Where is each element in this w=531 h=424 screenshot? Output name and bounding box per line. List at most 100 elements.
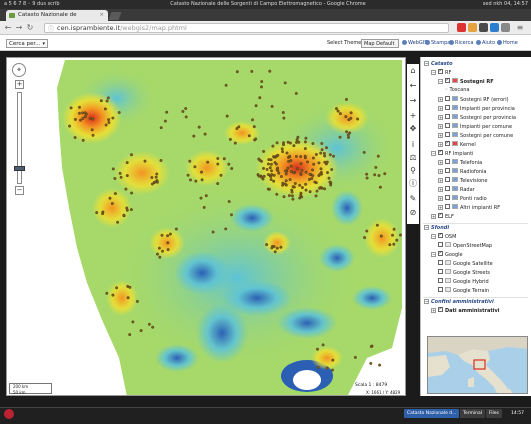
layer-checkbox[interactable] [438,68,443,75]
expand-icon[interactable]: + [438,97,443,102]
expand-icon[interactable]: + [438,205,443,210]
expand-icon[interactable]: + [438,133,443,138]
theme-select[interactable]: Map Default [361,39,399,48]
expand-icon[interactable]: + [438,178,443,183]
layer-group-header[interactable]: − Confini amministrativi [424,299,494,306]
layer-item[interactable]: Google Hybrid [438,278,489,285]
extension-icon[interactable] [457,23,466,32]
layer-checkbox[interactable] [445,140,450,147]
zoom-in-icon[interactable]: + [408,111,418,121]
menu-icon[interactable]: ≡ [515,22,525,34]
layer-checkbox[interactable] [445,114,450,119]
expand-icon[interactable]: + [438,142,443,147]
taskbar-item[interactable]: Terminal [460,409,486,418]
layer-item[interactable]: Google Streets [438,269,490,276]
layer-checkbox[interactable] [438,232,443,239]
collapse-icon[interactable]: − [424,299,429,304]
layer-item[interactable]: − RF Impianti [431,149,473,157]
layer-checkbox[interactable] [438,242,443,247]
home-icon[interactable]: ⌂ [408,66,418,76]
collapse-icon[interactable]: − [424,225,429,230]
home-link[interactable]: Home [497,40,518,47]
extension-icon[interactable] [479,23,488,32]
zoom-out-button[interactable]: − [15,186,24,195]
expand-icon[interactable]: + [438,187,443,192]
extension-icon[interactable] [501,23,510,32]
pan-control[interactable]: ✥ [12,63,26,77]
collapse-icon[interactable]: − [431,252,436,257]
zoom-slider-handle[interactable] [14,166,25,171]
layer-checkbox[interactable] [445,123,450,128]
layer-item[interactable]: − OSM [431,232,456,240]
layer-group-header[interactable]: − Sfondi [424,225,449,232]
layer-item[interactable]: Google Satellite [438,260,493,267]
layer-checkbox[interactable] [438,287,443,292]
layer-checkbox[interactable] [445,204,450,209]
layer-item[interactable]: + Dati amministrativi [431,306,499,314]
page-info-icon[interactable]: ⓘ [48,25,54,34]
expand-icon[interactable]: + [438,106,443,111]
zoom-in-button[interactable]: + [15,80,24,89]
pan-icon[interactable]: ✥ [408,124,418,134]
expand-icon[interactable]: + [431,214,436,219]
layer-item[interactable]: + Radar [438,186,475,193]
start-menu-icon[interactable] [4,409,14,419]
collapse-icon[interactable]: − [424,61,429,66]
layer-checkbox[interactable] [445,105,450,110]
layer-checkbox[interactable] [445,177,450,182]
layer-item[interactable]: ◦ Toscana [445,87,469,94]
layer-checkbox[interactable] [445,159,450,164]
layer-checkbox[interactable] [445,132,450,137]
back-arrow-icon[interactable]: ← [408,81,418,91]
layer-checkbox[interactable] [438,269,443,274]
layer-item[interactable]: + Sostegni per comune [438,132,513,139]
extension-icon[interactable] [490,23,499,32]
layer-checkbox[interactable] [438,212,443,219]
expand-icon[interactable]: + [431,308,436,313]
webgis-link[interactable]: WebGIS [402,40,427,47]
taskbar-item[interactable]: Files [486,409,502,418]
clear-icon[interactable]: ⊘ [408,208,418,218]
layer-checkbox[interactable] [445,77,450,84]
layer-checkbox[interactable] [438,306,443,313]
layer-checkbox[interactable] [438,250,443,257]
back-arrow-icon[interactable]: ← [3,22,13,34]
expand-icon[interactable]: + [438,160,443,165]
layer-item[interactable]: + ELF [431,212,454,220]
draw-icon[interactable]: ✎ [408,194,418,204]
identify-icon[interactable]: Ⓘ [408,179,418,189]
layer-item[interactable]: + Altri impianti RF [438,204,500,211]
layer-item[interactable]: + Impianti per comune [438,123,512,130]
layer-checkbox[interactable] [438,149,443,156]
expand-icon[interactable]: + [438,124,443,129]
collapse-icon[interactable]: − [431,70,436,75]
layer-checkbox[interactable] [445,186,450,191]
layer-item[interactable]: + Televisione [438,177,487,184]
forward-arrow-icon[interactable]: → [14,22,24,34]
layer-item[interactable]: OpenStreetMap [438,242,492,249]
taskbar-item[interactable]: Catasto Nazionale d... [404,409,460,418]
select-icon[interactable]: ⚲ [408,166,418,176]
layer-checkbox[interactable] [445,168,450,173]
search-select[interactable]: Cerca per... ▾ [6,39,48,48]
layer-checkbox[interactable] [438,278,443,283]
os-workspaces[interactable]: a 5 6 7 8 ◦ 9 dus scrib [4,0,60,9]
tab-close-icon[interactable]: × [99,10,104,21]
collapse-icon[interactable]: − [431,151,436,156]
measure-icon[interactable]: ⚖ [408,153,418,163]
layer-item[interactable]: + Ponti radio [438,195,487,202]
layer-checkbox[interactable] [445,195,450,200]
layer-item[interactable]: − Google [431,250,463,258]
layer-checkbox[interactable] [445,96,450,101]
layer-item[interactable]: + Kernel [438,140,476,148]
browser-tab[interactable]: Catasto Nazionale de × [6,10,108,21]
info-icon[interactable]: i [408,140,418,150]
forward-arrow-icon[interactable]: → [408,96,418,106]
map-view[interactable] [6,57,406,396]
layer-item[interactable]: − RF [431,68,451,76]
layer-item[interactable]: + Radiofonia [438,168,487,175]
os-clock[interactable]: sed nkh 04, 14:57 [456,0,528,9]
address-bar[interactable]: ⓘ cen.isprambiente.it/webgis2/map.phtml [44,23,449,33]
collapse-icon[interactable]: − [438,79,443,84]
layer-item[interactable]: − Sostegni RF [438,77,494,85]
